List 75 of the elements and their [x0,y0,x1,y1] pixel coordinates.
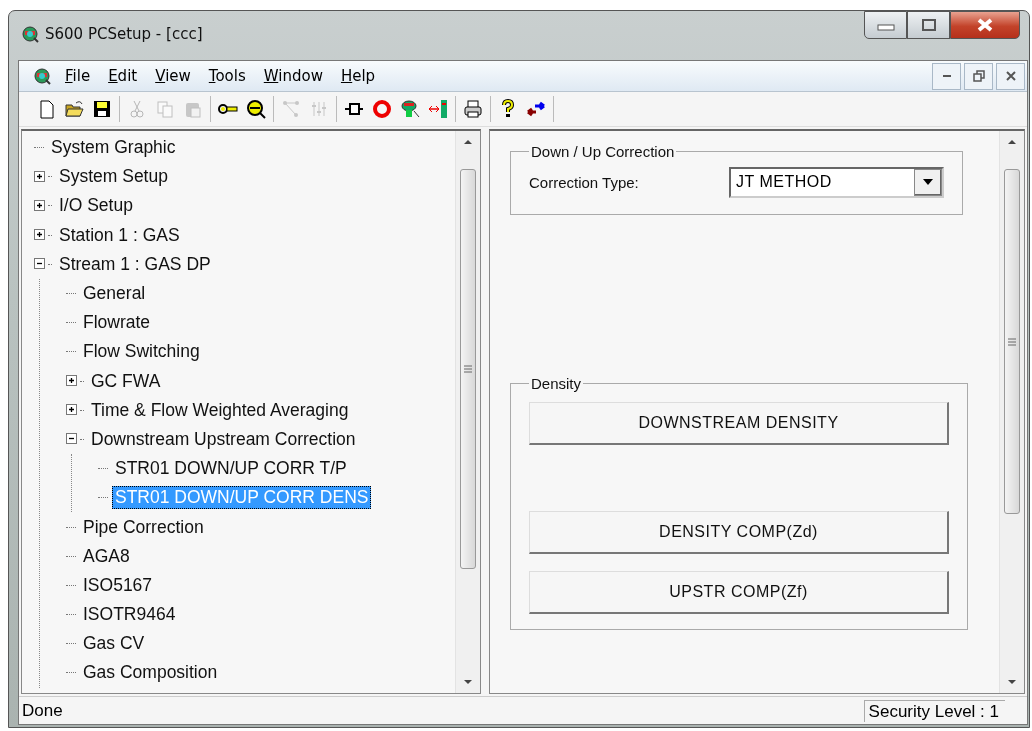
minimize-button[interactable] [864,11,907,39]
copy-icon [155,99,175,119]
child-restore-button[interactable] [964,62,993,90]
printer-icon [463,99,483,119]
scrollbar-thumb[interactable] [460,169,476,569]
ring-icon [372,99,392,119]
network-icon [281,99,301,119]
grip-icon [1007,337,1017,346]
tree-item[interactable]: ISO5167 [80,573,156,597]
minimize-icon [942,75,951,77]
restore-icon [972,70,985,82]
tree-item[interactable]: Gas CV [80,632,148,656]
group-title: Down / Up Correction [530,143,676,160]
menu-item[interactable]: File [59,65,97,87]
collapse-icon[interactable] [34,258,46,271]
expand-icon[interactable] [34,229,46,242]
tree-item[interactable]: Flow Switching [80,340,203,364]
tree-item[interactable]: General [80,282,149,306]
ring-button[interactable] [371,98,393,120]
group-title: Density [530,375,583,392]
tree-item[interactable]: ISOTR9464 [80,603,179,627]
arrow-bar-icon [428,99,448,119]
expand-icon[interactable] [66,375,78,388]
close-icon [1004,70,1017,82]
vertical-scrollbar[interactable] [455,131,480,693]
arrow-bar-button[interactable] [427,98,449,120]
app-logo-icon [21,25,39,43]
correction-type-dropdown[interactable]: JT METHOD [729,166,944,198]
grip-icon [463,365,473,373]
tree-item[interactable]: Stream 1 : GAS DP [56,252,214,276]
tree-item[interactable]: Flowrate [80,311,154,335]
tree-item[interactable]: Time & Flow Weighted Averaging [88,398,352,422]
tree-item[interactable]: Gas Composition [80,661,221,685]
document-logo-icon [33,67,53,85]
collapse-icon[interactable] [66,433,78,446]
menu-item[interactable]: View [149,65,197,87]
swap-arrows-icon [526,99,546,119]
tree-item[interactable]: Downstream Upstream Correction [88,427,359,451]
action-button[interactable]: UPSTR COMP(Zf) [529,571,949,614]
tree-item[interactable]: Pipe Correction [80,515,207,539]
tree-item[interactable]: Station 1 : GAS [56,223,183,247]
action-button[interactable]: DENSITY COMP(Zd) [529,511,949,554]
vertical-scrollbar[interactable] [999,131,1024,693]
expand-icon[interactable] [66,404,78,417]
field-label: Correction Type: [529,173,640,191]
expand-icon[interactable] [34,199,46,212]
action-button[interactable]: DOWNSTREAM DENSITY [529,402,949,445]
security-level-text: Security Level : 1 [863,699,1005,722]
status-text: Done [22,700,63,721]
tree-item[interactable]: STR01 DOWN/UP CORR T/P [112,457,350,481]
tree-item[interactable]: System Setup [56,165,171,189]
save-button[interactable] [91,98,113,120]
scissors-icon [127,99,147,119]
save-icon [92,99,112,119]
tree-item[interactable]: AGA8 [80,544,133,568]
maximize-button[interactable] [907,11,950,39]
printer-button[interactable] [462,98,484,120]
open-folder-button[interactable] [63,98,85,120]
scrollbar-thumb[interactable] [1004,169,1020,514]
window-title: S600 PCSetup - [ccc] [45,25,203,43]
sliders-icon [309,99,329,119]
maximize-icon [920,18,937,32]
menu-item[interactable]: Window [257,65,329,87]
open-folder-icon [64,99,84,119]
tree-item[interactable]: I/O Setup [56,194,136,218]
tree-item[interactable]: GC FWA [88,369,164,393]
menu-item[interactable]: Help [334,65,382,87]
menu-item[interactable]: Tools [202,65,252,87]
expand-icon[interactable] [34,170,46,183]
close-icon [975,17,995,33]
close-button[interactable] [950,11,1020,39]
child-close-button[interactable] [996,62,1025,90]
menu-item[interactable]: Edit [102,65,144,87]
dropdown-arrow-icon [922,178,934,186]
tree-item[interactable]: System Graphic [48,136,179,160]
